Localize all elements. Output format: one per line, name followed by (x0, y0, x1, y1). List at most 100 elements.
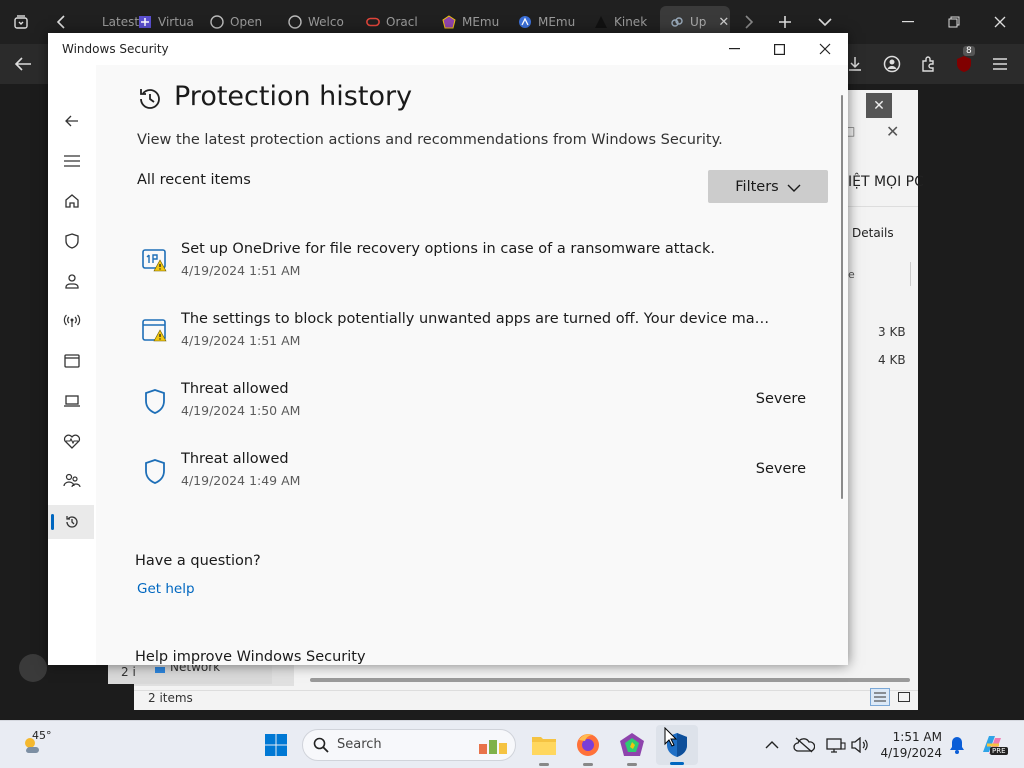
title-bar: Windows Security (48, 33, 848, 65)
tab-label: MEmu (462, 15, 500, 29)
clock[interactable]: 1:51 AM 4/19/2024 (878, 729, 942, 761)
copilot-icon[interactable]: PRE (978, 731, 1008, 759)
clock-time: 1:51 AM (892, 730, 942, 744)
item-date: 4/19/2024 1:51 AM (181, 333, 301, 348)
start-windows-icon[interactable] (262, 731, 290, 759)
tab-label: Up (690, 15, 707, 29)
firewall-network-icon[interactable] (60, 309, 84, 333)
nav-rail (48, 65, 96, 665)
status-item-count: 2 items (148, 691, 193, 705)
vertical-scrollbar[interactable] (841, 95, 843, 499)
chevron-down-icon (787, 177, 801, 196)
device-security-icon[interactable] (60, 389, 84, 413)
improve-heading: Help improve Windows Security (135, 649, 366, 665)
memu-icon (442, 15, 456, 29)
window-title: Windows Security (62, 42, 169, 56)
oracle-icon (366, 15, 380, 29)
close-tab-icon[interactable]: ✕ (718, 15, 729, 30)
horizontal-scrollbar[interactable] (310, 678, 910, 682)
minimize-icon[interactable] (720, 35, 748, 63)
question-heading: Have a question? (135, 553, 261, 569)
show-hidden-icons-chevron-up[interactable] (758, 731, 786, 759)
volume-icon[interactable] (846, 731, 874, 759)
tab-label: Kinek (614, 15, 648, 29)
device-health-icon[interactable] (60, 429, 84, 453)
mouse-cursor (664, 726, 678, 751)
tab-label: MEmu (538, 15, 576, 29)
filters-label: Filters (735, 178, 779, 195)
search-placeholder: Search (337, 737, 382, 752)
search-icon (313, 737, 329, 757)
family-options-icon[interactable] (60, 469, 84, 493)
home-icon[interactable] (60, 189, 84, 213)
memu-icon (518, 15, 532, 29)
filters-button[interactable]: Filters (708, 170, 828, 203)
clock-date: 4/19/2024 (880, 746, 942, 760)
history-item[interactable]: Threat allowed 4/19/2024 1:50 AM Severe (136, 381, 806, 431)
restore-icon[interactable] (939, 7, 969, 37)
extension-badge: 8 (963, 46, 975, 56)
weather-widget[interactable]: 45° (18, 729, 68, 761)
item-date: 4/19/2024 1:49 AM (181, 473, 301, 488)
history-item[interactable]: Threat allowed 4/19/2024 1:49 AM Severe (136, 451, 806, 501)
notification-bell-icon[interactable] (943, 731, 971, 759)
large-icons-view-icon[interactable] (895, 688, 913, 706)
details-view-icon[interactable] (870, 688, 890, 706)
item-title: Set up OneDrive for file recovery option… (181, 241, 716, 257)
onedrive-offline-icon[interactable] (790, 731, 818, 759)
hamburger-menu-icon[interactable] (60, 149, 84, 173)
taskbar-search-box[interactable]: Search (302, 729, 516, 761)
section-label: All recent items (137, 172, 251, 188)
onedrive-backup-warning-icon (140, 247, 170, 277)
close-browser-icon[interactable] (985, 7, 1015, 37)
app-browser-control-icon[interactable] (60, 349, 84, 373)
firefox-icon[interactable] (574, 731, 602, 759)
item-date: 4/19/2024 1:50 AM (181, 403, 301, 418)
account-icon[interactable] (877, 49, 907, 79)
maximize-icon[interactable] (765, 35, 793, 63)
memu-icon[interactable] (618, 731, 646, 759)
menu-icon[interactable] (985, 49, 1015, 79)
close-icon[interactable]: ✕ (886, 122, 899, 141)
item-severity: Severe (755, 391, 806, 407)
file-size: 4 KB (878, 353, 906, 367)
windows-security-window: Windows Security Protection history View… (48, 33, 848, 665)
app-browser-warning-icon (140, 317, 170, 347)
tab-favicon-icon (670, 15, 684, 29)
item-date: 4/19/2024 1:51 AM (181, 263, 301, 278)
tab-actions-icon[interactable] (6, 7, 36, 37)
item-title: Threat allowed (181, 381, 289, 397)
page-title: Protection history (174, 81, 413, 112)
taskbar: 45° Search 1:51 AM 4/19/2024 PRE (0, 720, 1024, 768)
ublock-origin-icon[interactable]: 8 (949, 46, 979, 79)
extensions-icon[interactable] (913, 49, 943, 79)
main-content: Protection history View the latest prote… (96, 65, 848, 665)
shield-icon[interactable] (60, 229, 84, 253)
back-icon[interactable] (8, 49, 38, 79)
tab-label: Oracl (386, 15, 418, 29)
back-arrow-icon[interactable] (60, 109, 84, 133)
nav-item-prefix: 2 i (121, 665, 136, 679)
get-help-link[interactable]: Get help (137, 581, 195, 597)
shield-icon (140, 387, 170, 417)
tab-favicon-icon (82, 15, 96, 29)
history-item[interactable]: The settings to block potentially unwant… (136, 311, 806, 361)
kinek-icon (594, 15, 608, 29)
item-title: The settings to block potentially unwant… (181, 311, 771, 327)
close-icon[interactable]: ✕ (866, 93, 892, 119)
item-severity: Severe (755, 461, 806, 477)
file-size: 3 KB (878, 325, 906, 339)
history-item[interactable]: Set up OneDrive for file recovery option… (136, 241, 806, 291)
page-description: View the latest protection actions and r… (137, 132, 723, 148)
openai-icon (288, 15, 302, 29)
minimize-icon[interactable] (893, 7, 923, 37)
close-icon[interactable] (811, 35, 839, 63)
tab-label: Welco (308, 15, 344, 29)
history-icon[interactable] (60, 510, 84, 534)
account-protection-icon[interactable] (60, 269, 84, 293)
settings-gear-icon[interactable] (60, 661, 84, 665)
copilot-badge: PRE (990, 747, 1008, 755)
explorer-path-text: IỆT MỌI PC (848, 174, 924, 190)
details-button[interactable]: Details (852, 226, 894, 240)
file-explorer-icon[interactable] (530, 731, 558, 759)
